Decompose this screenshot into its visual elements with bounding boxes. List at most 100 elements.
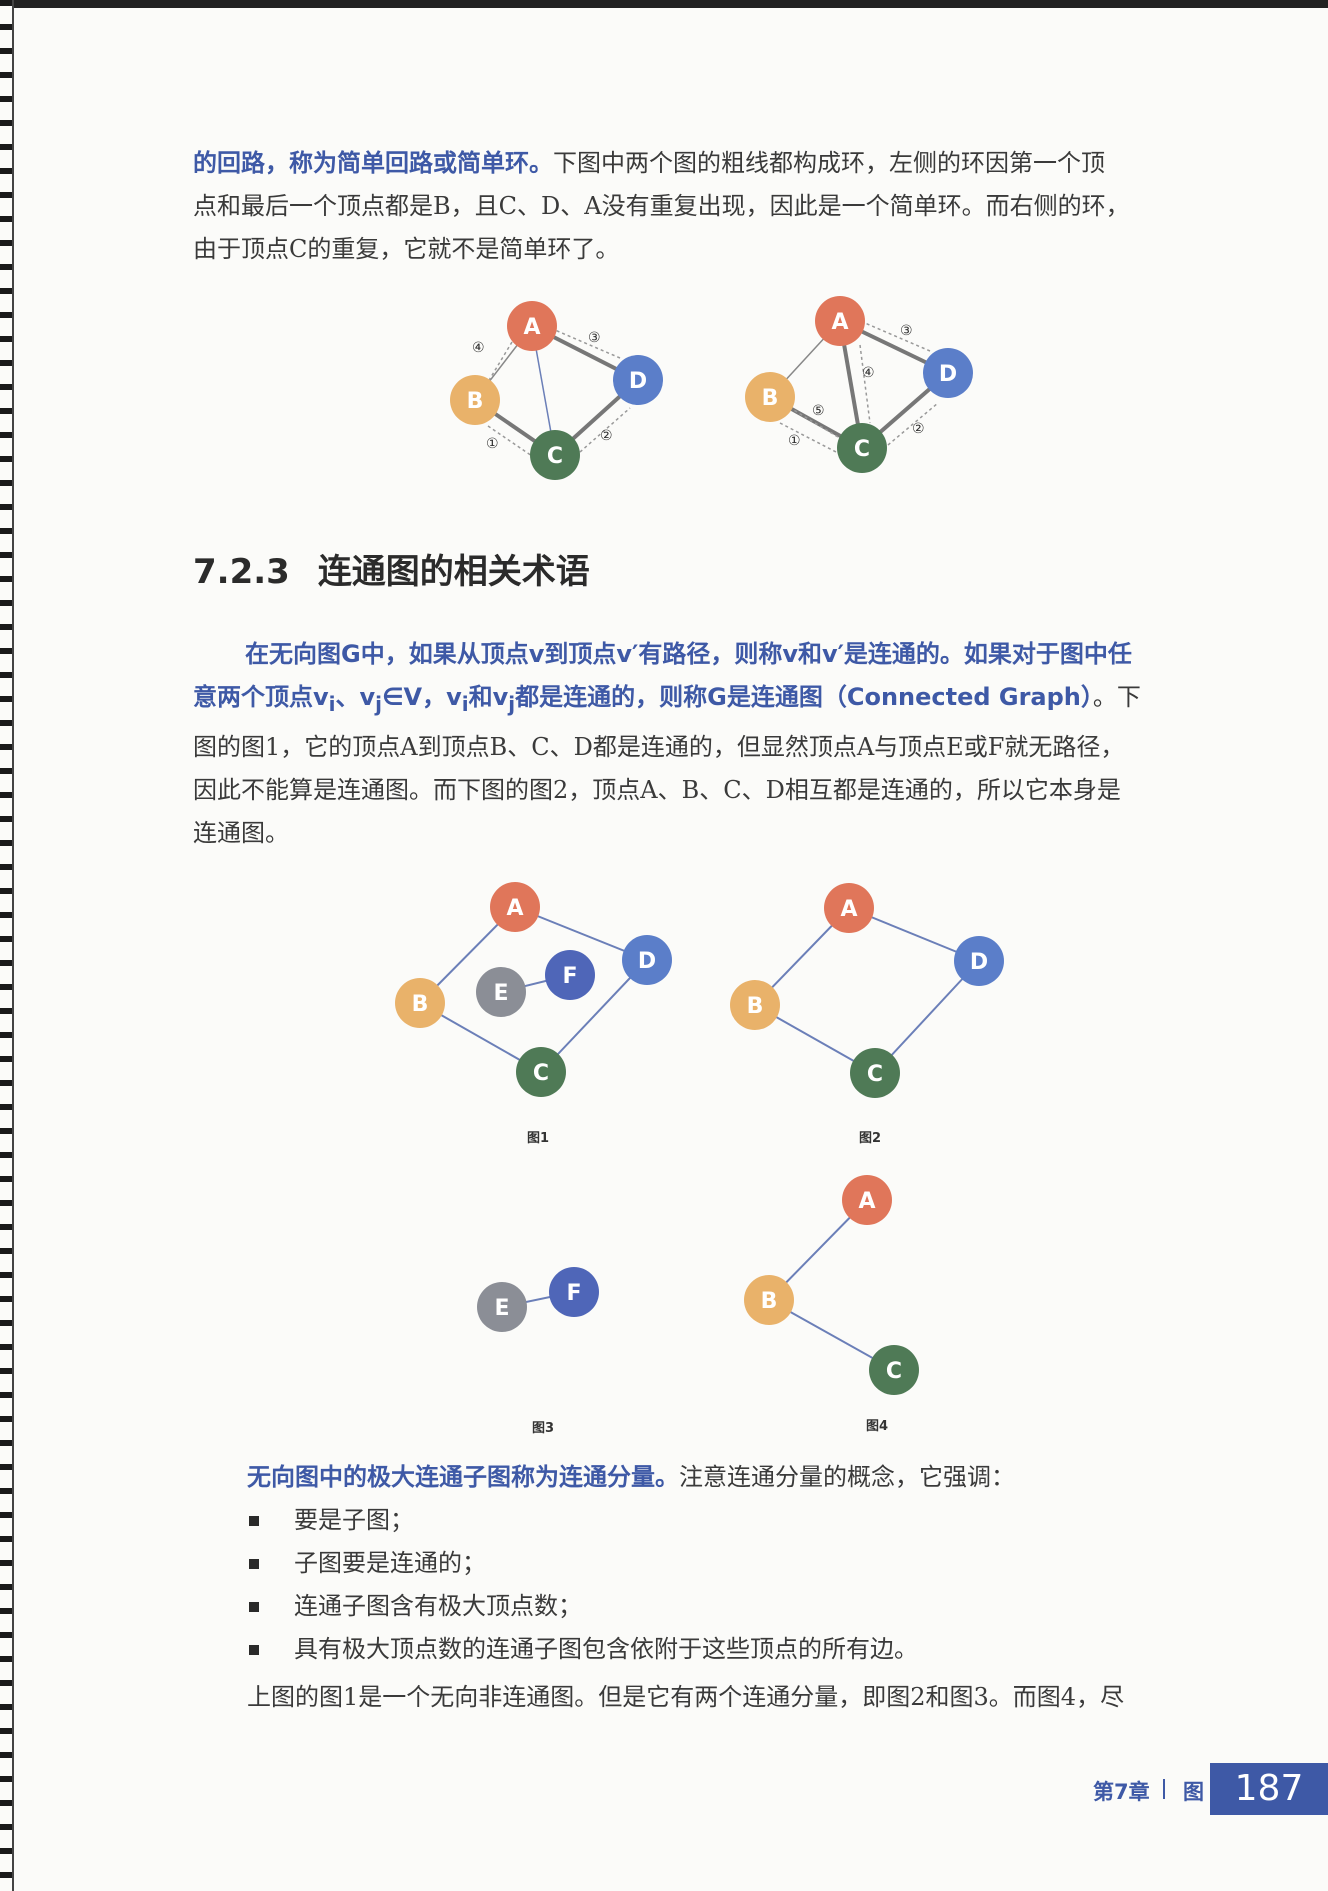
step-label: ①	[788, 433, 801, 449]
node-c: C	[530, 430, 580, 480]
svg-text:B: B	[761, 1289, 778, 1314]
footer-chapter: 第7章 图	[1093, 1776, 1204, 1806]
node-c: C	[869, 1345, 919, 1395]
node-d: D	[622, 935, 672, 985]
figure-4: A B C	[744, 1175, 919, 1395]
svg-text:D: D	[629, 369, 647, 394]
svg-text:C: C	[867, 1062, 883, 1087]
step-arrow-4	[487, 341, 513, 383]
node-f: F	[549, 1267, 599, 1317]
para2-line-4: 因此不能算是连通图。而下图的图2，顶点A、B、C、D相互都是连通的，所以它本身是	[193, 775, 1121, 804]
list-item-text: 子图要是连通的；	[294, 1549, 486, 1577]
svg-text:B: B	[467, 389, 484, 414]
figure-2-caption: 图2	[858, 1131, 882, 1146]
figure-1-caption: 图1	[526, 1131, 550, 1146]
svg-text:B: B	[762, 386, 779, 411]
figure-2: A B C D	[730, 883, 1004, 1098]
bullet-square-icon	[249, 1559, 259, 1569]
node-a: A	[824, 883, 874, 933]
svg-text:A: A	[506, 896, 523, 921]
svg-text:F: F	[562, 964, 577, 989]
component-bullet-list: 要是子图； 子图要是连通的； 连通子图含有极大顶点数； 具有极大顶点数的连通子图…	[247, 1499, 1227, 1671]
para2-frag: ∈V，v	[382, 683, 462, 711]
step-label: ④	[472, 340, 485, 356]
footer-chapter-title: 图	[1182, 1780, 1204, 1804]
para2-line-2: 意两个顶点vi、vj∈V，vi和vj都是连通的，则称G是连通图（Connecte…	[193, 676, 1218, 726]
node-d: D	[923, 348, 973, 398]
component-highlight: 无向图中的极大连通子图称为连通分量。	[247, 1463, 679, 1491]
page-number: 187	[1234, 1768, 1304, 1809]
cycle-figure-right: ③ ④ ⑤ ① ② A B C D	[745, 296, 973, 473]
list-item: 要是子图；	[247, 1499, 1227, 1542]
para2-frag: 。下	[1092, 683, 1141, 711]
svg-text:C: C	[547, 444, 563, 469]
section-number: 7.2.3	[193, 552, 290, 592]
intro-line-3: 由于顶点C的重复，它就不是简单环了。	[193, 235, 620, 263]
simple-cycle-definition: 的回路，称为简单回路或简单环。	[193, 149, 553, 177]
node-a: A	[815, 296, 865, 346]
node-d: D	[954, 936, 1004, 986]
para2-frag: 都是连通的，则称G是连通图（Connected Graph）	[515, 683, 1093, 711]
figure-3-caption: 图3	[531, 1421, 555, 1436]
para2-line-5: 连通图。	[193, 818, 289, 847]
node-c: C	[850, 1048, 900, 1098]
figure-3: E F	[477, 1267, 599, 1332]
component-rest: 注意连通分量的概念，它强调：	[679, 1463, 1015, 1491]
svg-text:C: C	[886, 1359, 902, 1384]
intro-line-2: 点和最后一个顶点都是B，且C、D、A没有重复出现，因此是一个简单环。而右侧的环，	[193, 192, 1130, 220]
page-top-edge	[0, 0, 1328, 8]
bullet-square-icon	[249, 1602, 259, 1612]
svg-text:C: C	[854, 437, 870, 462]
binding-line	[12, 0, 14, 1891]
svg-text:D: D	[939, 362, 957, 387]
cycle-figure-left: ④ ③ ① ② A B C D	[450, 301, 663, 480]
svg-text:E: E	[493, 981, 508, 1006]
svg-text:E: E	[494, 1296, 509, 1321]
component-definition: 无向图中的极大连通子图称为连通分量。注意连通分量的概念，它强调：	[247, 1456, 1222, 1499]
node-b: B	[450, 375, 500, 425]
step-label: ③	[900, 323, 913, 339]
svg-text:B: B	[747, 994, 764, 1019]
para2-frag: 、v	[335, 683, 376, 711]
node-e: E	[476, 967, 526, 1017]
list-item-text: 要是子图；	[294, 1506, 414, 1534]
section-title: 连通图的相关术语	[317, 552, 590, 592]
subscript-i: i	[328, 691, 336, 716]
footer-chapter-number: 第7章	[1093, 1780, 1150, 1804]
step-label: ⑤	[812, 403, 825, 419]
node-c: C	[837, 423, 887, 473]
node-e: E	[477, 1282, 527, 1332]
node-f: F	[545, 950, 595, 1000]
list-item: 具有极大顶点数的连通子图包含依附于这些顶点的所有边。	[247, 1628, 1227, 1671]
intro-line-1: 的回路，称为简单回路或简单环。下图中两个图的粗线都构成环，左侧的环因第一个顶	[193, 142, 1218, 185]
para2-frag: 和v	[468, 683, 509, 711]
step-label: ④	[862, 365, 875, 381]
svg-text:D: D	[970, 950, 988, 975]
svg-text:B: B	[412, 992, 429, 1017]
list-item: 子图要是连通的；	[247, 1542, 1227, 1585]
para2-line-1: 在无向图G中，如果从顶点v到顶点v′有路径，则称v和v′是连通的。如果对于图中任	[245, 640, 1132, 668]
svg-text:A: A	[858, 1189, 875, 1214]
node-b: B	[730, 980, 780, 1030]
svg-text:F: F	[566, 1281, 581, 1306]
bullet-square-icon	[249, 1516, 259, 1526]
para2-line-3: 图的图1，它的顶点A到顶点B、C、D都是连通的，但显然顶点A与顶点E或F就无路径…	[193, 732, 1125, 761]
list-item: 连通子图含有极大顶点数；	[247, 1585, 1227, 1628]
para2-frag: 意两个顶点v	[193, 683, 329, 711]
subscript-j: j	[375, 691, 383, 716]
binding-edge	[0, 0, 12, 1891]
step-label: ②	[912, 421, 925, 437]
bullet-square-icon	[249, 1645, 259, 1655]
list-item-text: 具有极大顶点数的连通子图包含依附于这些顶点的所有边。	[294, 1635, 918, 1663]
node-a: A	[490, 882, 540, 932]
list-item-text: 连通子图含有极大顶点数；	[294, 1592, 582, 1620]
step-label: ②	[600, 428, 613, 444]
step-label: ①	[486, 436, 499, 452]
intro-paragraph: 的回路，称为简单回路或简单环。下图中两个图的粗线都构成环，左侧的环因第一个顶 点…	[193, 142, 1218, 271]
footer-separator	[1163, 1779, 1165, 1799]
svg-text:A: A	[840, 897, 857, 922]
svg-text:D: D	[638, 949, 656, 974]
node-a: A	[842, 1175, 892, 1225]
connected-graph-paragraph: 在无向图G中，如果从顶点v到顶点v′有路径，则称v和v′是连通的。如果对于图中任…	[193, 633, 1218, 855]
subscript-i: i	[461, 691, 469, 716]
